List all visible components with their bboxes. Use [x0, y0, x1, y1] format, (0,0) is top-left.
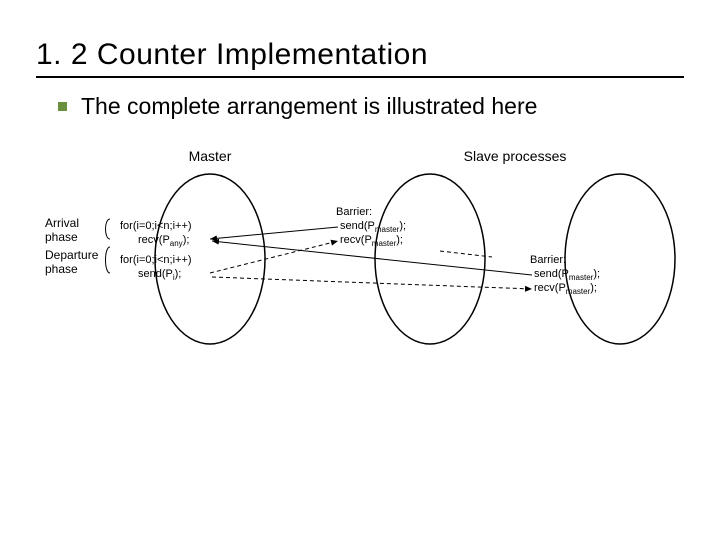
- slave1-barrier: Barrier: send(Pmaster); recv(Pmaster);: [336, 206, 406, 248]
- master-label: Master: [189, 148, 232, 164]
- phase-brace: [106, 219, 111, 273]
- arrival-label: Arrival: [45, 216, 79, 230]
- svg-text:for(i=0;i<n;i++): for(i=0;i<n;i++): [120, 254, 192, 266]
- slave2-barrier: Barrier: send(Pmaster); recv(Pmaster);: [530, 254, 600, 296]
- svg-text:recv(Pmaster);: recv(Pmaster);: [534, 282, 597, 296]
- slave-ellipse-2: [565, 174, 675, 344]
- svg-text:recv(Pany);: recv(Pany);: [138, 234, 189, 248]
- svg-text:for(i=0;i<n;i++): for(i=0;i<n;i++): [120, 220, 192, 232]
- phase-label-2: phase: [45, 262, 78, 276]
- svg-text:send(Pmaster);: send(Pmaster);: [534, 268, 600, 282]
- svg-text:Barrier:: Barrier:: [336, 206, 372, 218]
- phase-label-1: phase: [45, 230, 78, 244]
- svg-text:send(Pmaster);: send(Pmaster);: [340, 220, 406, 234]
- arrow-recv-s1: [210, 241, 338, 273]
- svg-text:Barrier:: Barrier:: [530, 254, 566, 266]
- departure-label: Departure: [45, 248, 99, 262]
- arrow-send-s1: [210, 227, 338, 239]
- bullet-icon: [58, 102, 67, 111]
- bullet-text: The complete arrangement is illustrated …: [81, 92, 537, 121]
- page-title: 1. 2 Counter Implementation: [36, 38, 684, 72]
- counter-diagram: Master Slave processes Arrival phase Dep…: [40, 139, 680, 399]
- svg-text:send(Pi);: send(Pi);: [138, 268, 181, 282]
- title-underline: [36, 76, 684, 78]
- slave-label: Slave processes: [464, 148, 567, 164]
- slave-ellipse-1: [375, 174, 485, 344]
- svg-text:recv(Pmaster);: recv(Pmaster);: [340, 234, 403, 248]
